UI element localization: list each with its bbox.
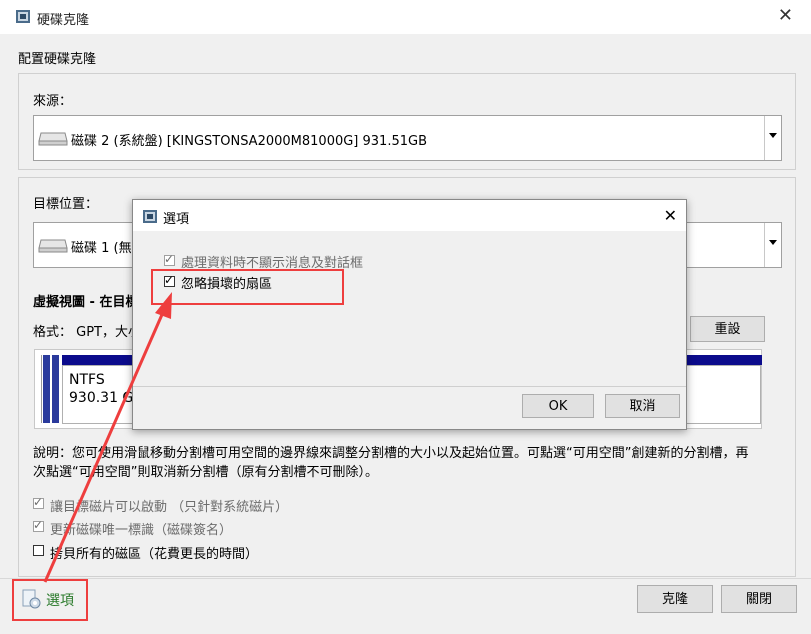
update-signature-checkbox[interactable]: ✓ <box>33 518 44 532</box>
no-prompt-checkbox[interactable]: ✓ <box>164 252 175 266</box>
disk-clone-window: 硬碟克隆 ✕ 配置硬碟克隆 來源： 磁碟 2 (系統盤) [KINGSTONSA… <box>0 0 811 634</box>
dialog-title-bar: 選項 ✕ <box>133 200 686 231</box>
close-icon[interactable]: ✕ <box>778 5 793 26</box>
app-icon <box>16 10 30 23</box>
dialog-divider <box>133 386 686 387</box>
highlight-box <box>151 269 344 305</box>
partition-strip <box>43 355 50 423</box>
format-text: 格式： GPT，大小 <box>33 325 141 340</box>
ok-button[interactable]: OK <box>522 394 594 418</box>
bootable-checkbox[interactable]: ✓ <box>33 495 44 509</box>
copy-all-sectors-label: 拷貝所有的磁區（花費更長的時間） <box>50 547 259 562</box>
hard-disk-icon <box>38 132 68 146</box>
dialog-title: 選項 <box>163 212 190 227</box>
virtual-view-title: 虛擬視圖 - 在目標 <box>33 295 139 310</box>
description-line-1: 說明：您可使用滑鼠移動分割槽可用空間的邊界線來調整分割槽的大小以及起始位置。可點… <box>33 446 749 461</box>
hard-disk-icon <box>38 239 68 253</box>
partition-size: 930.31 G <box>69 390 134 406</box>
copy-all-sectors-checkbox[interactable] <box>33 545 44 556</box>
reset-button[interactable]: 重設 <box>690 316 765 342</box>
cancel-button[interactable]: 取消 <box>605 394 680 418</box>
close-icon[interactable]: ✕ <box>664 206 677 225</box>
target-label: 目標位置： <box>33 197 99 212</box>
footer-divider <box>0 578 811 579</box>
options-dialog: 選項 ✕ ✓ 處理資料時不顯示消息及對話框 ✓ 忽略損壞的扇區 OK 取消 <box>132 199 687 430</box>
page-heading: 配置硬碟克隆 <box>18 52 97 67</box>
highlight-box <box>12 579 88 621</box>
close-button[interactable]: 關閉 <box>721 585 797 613</box>
partition-fs: NTFS <box>69 372 105 388</box>
source-disk-select[interactable]: 磁碟 2 (系統盤) [KINGSTONSA2000M81000G] 931.5… <box>33 115 782 161</box>
partition-strip <box>52 355 59 423</box>
clone-button[interactable]: 克隆 <box>637 585 713 613</box>
window-title: 硬碟克隆 <box>37 13 90 28</box>
update-signature-label: 更新磁碟唯一標識（磁碟簽名） <box>50 523 233 538</box>
source-disk-text: 磁碟 2 (系統盤) [KINGSTONSA2000M81000G] 931.5… <box>71 134 427 149</box>
description-line-2: 次點選“可用空間”則取消新分割槽（原有分割槽不可刪除）。 <box>33 465 378 480</box>
app-icon <box>143 210 157 223</box>
chevron-down-icon[interactable] <box>764 116 781 160</box>
source-label: 來源： <box>33 94 73 109</box>
chevron-down-icon[interactable] <box>764 223 781 267</box>
partition-strip <box>35 355 42 423</box>
bootable-label: 讓目標磁片可以啟動 （只針對系統磁片） <box>50 500 289 515</box>
target-disk-text: 磁碟 1 (無 <box>71 241 132 256</box>
title-bar: 硬碟克隆 ✕ <box>0 0 811 34</box>
